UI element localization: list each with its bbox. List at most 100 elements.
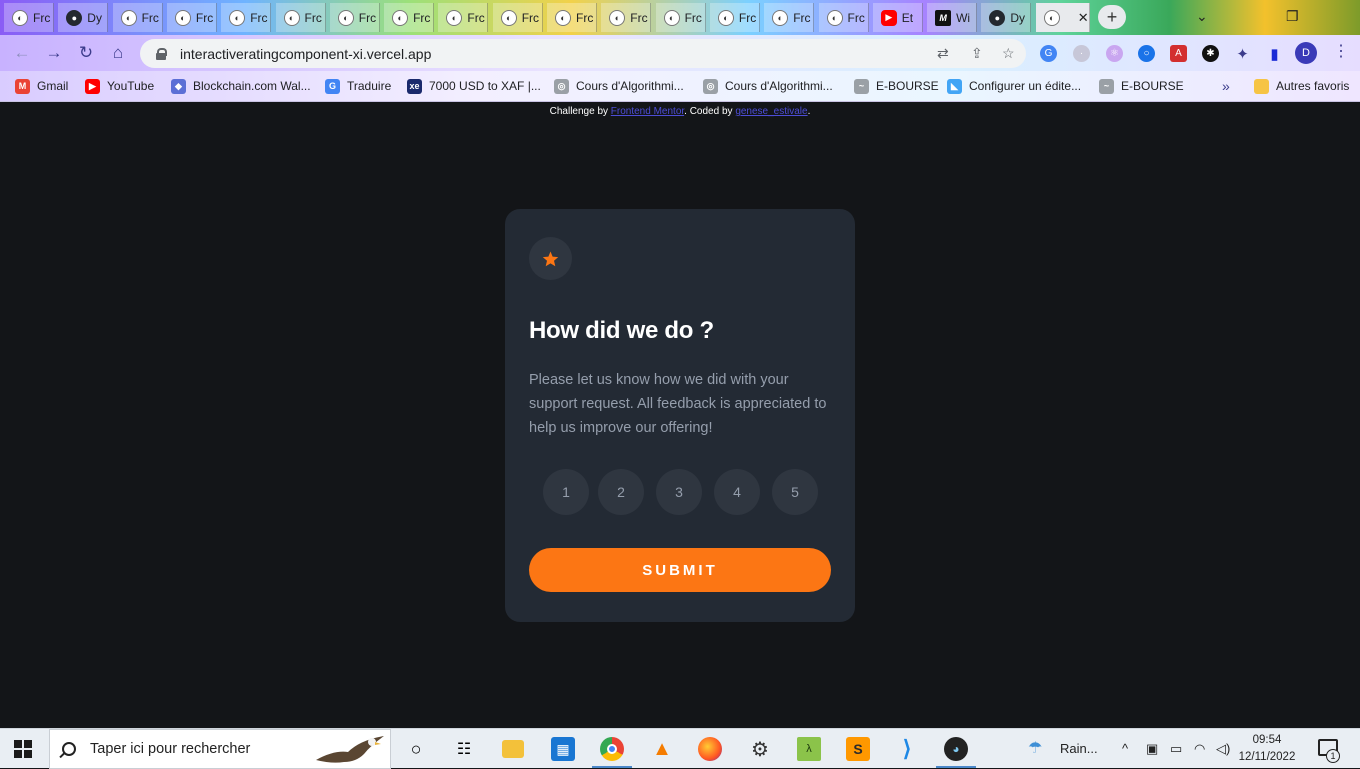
- vscode-icon[interactable]: ⟩: [895, 736, 919, 761]
- bookmark-item[interactable]: ~ E-BOURSE: [854, 77, 939, 95]
- rating-button-2[interactable]: 2: [598, 469, 644, 515]
- tab-active[interactable]: ◐ ✕: [1035, 3, 1090, 32]
- frontend-mentor-icon: ◐: [609, 9, 626, 26]
- bookmark-label: E-BOURSE: [876, 79, 939, 93]
- bookmark-star-icon[interactable]: ☆: [1002, 45, 1015, 62]
- extension-icon[interactable]: ·: [1073, 45, 1090, 62]
- bookmark-item[interactable]: ▶ YouTube: [85, 77, 154, 95]
- github-icon: ●: [989, 9, 1006, 26]
- address-bar[interactable]: interactiveratingcomponent-xi.vercel.app…: [140, 39, 1026, 68]
- browser-tab[interactable]: ◐ Frc: [818, 3, 869, 32]
- browser-tab[interactable]: ◐ Frc: [655, 3, 706, 32]
- restore-window-icon[interactable]: ❐: [1286, 8, 1299, 25]
- rating-button-4[interactable]: 4: [714, 469, 760, 515]
- browser-tab[interactable]: ● Dy: [981, 3, 1032, 32]
- meet-now-icon[interactable]: ▣: [1146, 741, 1158, 757]
- browser-tab[interactable]: ◐ Frc: [166, 3, 217, 32]
- circle-extension-icon[interactable]: ○: [1138, 45, 1155, 62]
- tab-label: Frc: [793, 10, 811, 25]
- tab-label: Frc: [738, 10, 757, 25]
- browser-tab[interactable]: ◐ Frc: [275, 3, 326, 32]
- sublime-text-icon[interactable]: S: [846, 737, 870, 761]
- tray-chevron-icon[interactable]: ^: [1122, 741, 1128, 756]
- browser-tab[interactable]: ◐ Frc: [492, 3, 543, 32]
- greenfoot-icon[interactable]: λ: [797, 737, 821, 761]
- home-icon[interactable]: ⌂: [107, 42, 129, 64]
- close-tab-icon[interactable]: ✕: [1078, 10, 1089, 26]
- google-translate-extension-icon[interactable]: G: [1040, 45, 1057, 62]
- pdf-extension-icon[interactable]: A: [1170, 45, 1187, 62]
- side-panel-icon[interactable]: ▮: [1266, 45, 1283, 63]
- windows-start-icon[interactable]: [14, 740, 32, 758]
- widgets-icon[interactable]: ☷: [452, 737, 476, 761]
- folder-icon: [1254, 78, 1269, 94]
- translate-icon[interactable]: ⇄: [937, 45, 949, 62]
- browser-tab[interactable]: ◐ Frc: [329, 3, 380, 32]
- share-icon[interactable]: ⇪: [971, 45, 983, 62]
- frontend-mentor-icon: ◐: [174, 9, 191, 26]
- settings-gear-icon[interactable]: ⚙: [748, 737, 772, 761]
- profile-avatar[interactable]: D: [1295, 42, 1317, 64]
- tab-label: Frc: [467, 10, 485, 25]
- browser-tab[interactable]: ◐ Frc: [221, 3, 272, 32]
- tab-label: Frc: [847, 10, 865, 25]
- rating-button-5[interactable]: 5: [772, 469, 818, 515]
- bookmark-item[interactable]: ◣ Configurer un édite...: [947, 77, 1081, 95]
- extensions-puzzle-icon[interactable]: ✦: [1234, 45, 1251, 63]
- search-placeholder[interactable]: Taper ici pour rechercher: [90, 741, 250, 757]
- browser-tab[interactable]: ◐ Frc: [438, 3, 489, 32]
- browser-tab[interactable]: ◐ Frc: [4, 3, 54, 32]
- vlc-icon[interactable]: ▲: [650, 737, 674, 761]
- wifi-icon[interactable]: ◠: [1194, 741, 1205, 757]
- reload-icon[interactable]: ↻: [75, 42, 97, 64]
- blockchain-icon: ◆: [171, 78, 186, 94]
- browser-toolbar: ← → ↻ ⌂ interactiveratingcomponent-xi.ve…: [0, 35, 1360, 71]
- weather-umbrella-icon[interactable]: ☂: [1028, 738, 1042, 758]
- more-menu-icon[interactable]: ⋮: [1333, 41, 1349, 61]
- taskbar-search[interactable]: Taper ici pour rechercher: [49, 729, 391, 769]
- bookmark-item[interactable]: ◆ Blockchain.com Wal...: [171, 77, 311, 95]
- browser-tab[interactable]: ● Dy: [58, 3, 109, 32]
- rating-button-1[interactable]: 1: [543, 469, 589, 515]
- browser-tab[interactable]: ▶ Et: [872, 3, 923, 32]
- browser-tab[interactable]: ◐ Frc: [601, 3, 652, 32]
- browser-tab[interactable]: ◐ Frc: [764, 3, 815, 32]
- browser-tab[interactable]: ◐ Frc: [709, 3, 760, 32]
- browser-tab[interactable]: M Wi: [927, 3, 978, 32]
- battery-icon[interactable]: ▭: [1170, 741, 1182, 757]
- file-explorer-icon[interactable]: [502, 740, 524, 758]
- bookmark-item[interactable]: ◎ Cours d'Algorithmi...: [703, 77, 833, 95]
- url-text[interactable]: interactiveratingcomponent-xi.vercel.app: [180, 46, 431, 62]
- react-devtools-icon[interactable]: ⚛: [1106, 45, 1123, 62]
- bookmark-item[interactable]: ~ E-BOURSE: [1099, 77, 1184, 95]
- bookmarks-overflow-icon[interactable]: »: [1222, 77, 1230, 95]
- rating-button-3[interactable]: 3: [656, 469, 702, 515]
- tab-search-icon[interactable]: ⌄: [1196, 8, 1208, 25]
- bookmark-item[interactable]: G Traduire: [325, 77, 391, 95]
- forward-icon[interactable]: →: [43, 42, 65, 64]
- chrome-icon[interactable]: [600, 737, 624, 761]
- browser-tab[interactable]: ◐ Frc: [384, 3, 435, 32]
- bookmark-item[interactable]: xe 7000 USD to XAF |...: [407, 77, 541, 95]
- gmail-icon: M: [15, 78, 30, 94]
- microsoft-store-icon[interactable]: ▦: [551, 737, 575, 761]
- volume-icon[interactable]: ◁): [1216, 741, 1230, 757]
- github-desktop-icon[interactable]: ◕: [944, 737, 968, 761]
- submit-button[interactable]: SUBMIT: [529, 548, 831, 592]
- browser-tab[interactable]: ◐ Frc: [547, 3, 597, 32]
- system-clock[interactable]: 09:54 12/11/2022: [1238, 732, 1296, 766]
- browser-tab[interactable]: ◐ Frc: [112, 3, 163, 32]
- frontend-mentor-link[interactable]: Frontend Mentor: [611, 106, 684, 117]
- task-view-icon[interactable]: ○: [404, 737, 428, 761]
- lock-icon[interactable]: [156, 48, 167, 60]
- author-link[interactable]: genese_estivale: [735, 106, 807, 117]
- firefox-icon[interactable]: [698, 737, 722, 761]
- bookmark-item[interactable]: ◎ Cours d'Algorithmi...: [554, 77, 684, 95]
- back-icon[interactable]: ←: [11, 42, 33, 64]
- frontend-mentor-icon: ◐: [1043, 9, 1060, 26]
- openai-extension-icon[interactable]: ✱: [1202, 45, 1219, 62]
- other-bookmarks-folder[interactable]: Autres favoris: [1254, 77, 1349, 95]
- new-tab-button[interactable]: +: [1098, 5, 1126, 29]
- bookmark-item[interactable]: M Gmail: [15, 77, 68, 95]
- weather-text[interactable]: Rain...: [1060, 741, 1098, 756]
